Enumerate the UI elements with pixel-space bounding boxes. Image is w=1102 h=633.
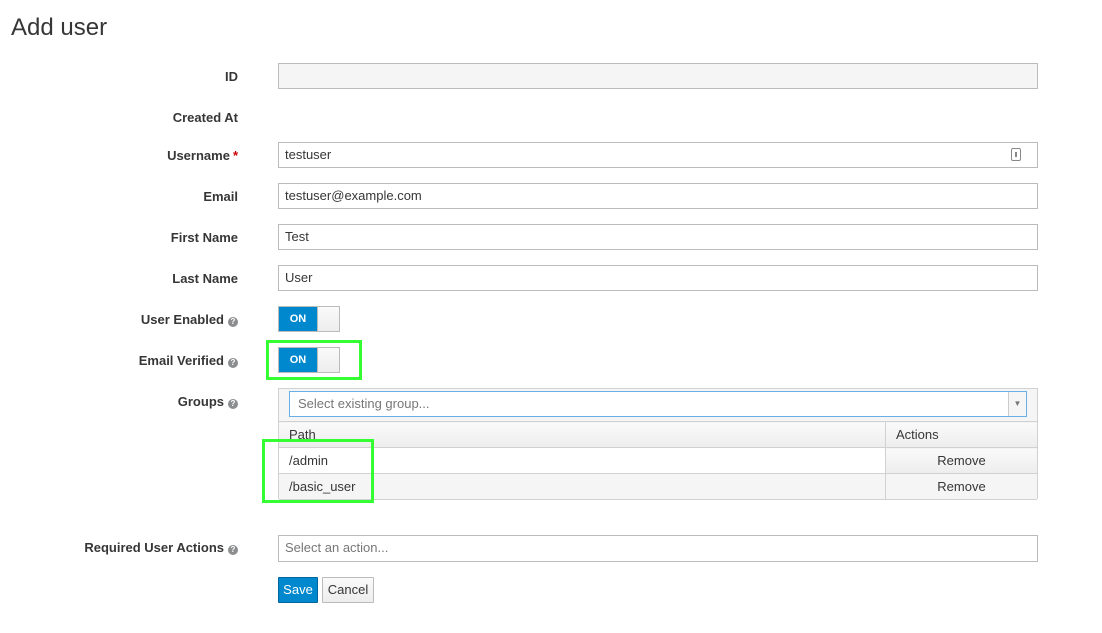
- remove-group-button[interactable]: Remove: [885, 473, 1037, 500]
- groups-label: Groups?: [178, 394, 238, 410]
- save-button[interactable]: Save: [278, 577, 318, 603]
- help-icon[interactable]: ?: [228, 358, 238, 368]
- last-name-label: Last Name: [172, 271, 238, 287]
- remove-group-button[interactable]: Remove: [885, 447, 1037, 474]
- user-enabled-label: User Enabled?: [141, 312, 238, 328]
- groups-label-text: Groups: [177, 394, 224, 409]
- group-select[interactable]: Select existing group... ▼: [289, 391, 1027, 417]
- toggle-on-label: ON: [279, 348, 317, 372]
- username-field[interactable]: testuser: [278, 142, 1038, 168]
- keyboard-icon[interactable]: [1011, 148, 1021, 161]
- toggle-knob: [317, 307, 339, 331]
- groups-panel: Select existing group... ▼ Path Actions …: [278, 388, 1038, 500]
- id-label: ID: [225, 69, 238, 85]
- help-icon[interactable]: ?: [228, 317, 238, 327]
- table-row: /basic_user Remove: [279, 473, 1037, 500]
- required-actions-label: Required User Actions?: [84, 540, 238, 556]
- id-field: [278, 63, 1038, 89]
- toggle-on-label: ON: [279, 307, 317, 331]
- first-name-label: First Name: [171, 230, 238, 246]
- page-title: Add user: [11, 14, 108, 41]
- id-label-text: ID: [225, 69, 238, 84]
- email-verified-label: Email Verified?: [139, 353, 238, 369]
- group-select-placeholder: Select existing group...: [298, 396, 430, 411]
- group-path-cell: /basic_user: [279, 473, 886, 500]
- required-actions-placeholder: Select an action...: [285, 540, 389, 555]
- created-at-label-text: Created At: [172, 110, 238, 125]
- email-label: Email: [203, 189, 238, 205]
- username-label: Username *: [167, 148, 238, 164]
- last-name-field[interactable]: User: [278, 265, 1038, 291]
- help-icon[interactable]: ?: [228, 399, 238, 409]
- required-actions-label-text: Required User Actions: [84, 540, 224, 555]
- first-name-field[interactable]: Test: [278, 224, 1038, 250]
- email-label-text: Email: [203, 189, 238, 204]
- required-actions-select[interactable]: Select an action...: [278, 535, 1038, 562]
- user-enabled-toggle[interactable]: ON: [278, 306, 340, 332]
- column-header-path: Path: [279, 421, 886, 448]
- first-name-label-text: First Name: [170, 230, 238, 245]
- groups-table: Path Actions /admin Remove /basic_user R…: [279, 421, 1037, 500]
- column-header-actions: Actions: [885, 421, 1037, 448]
- created-at-label: Created At: [173, 110, 238, 126]
- email-verified-label-text: Email Verified: [138, 353, 224, 368]
- toggle-knob: [317, 348, 339, 372]
- cancel-button[interactable]: Cancel: [322, 577, 374, 603]
- email-verified-toggle[interactable]: ON: [278, 347, 340, 373]
- table-header-row: Path Actions: [279, 421, 1037, 448]
- username-label-text: Username: [167, 148, 230, 163]
- table-row: /admin Remove: [279, 447, 1037, 474]
- username-value: testuser: [285, 147, 332, 162]
- email-field[interactable]: testuser@example.com: [278, 183, 1038, 209]
- group-path-cell: /admin: [279, 447, 886, 474]
- help-icon[interactable]: ?: [228, 545, 238, 555]
- user-enabled-label-text: User Enabled: [140, 312, 224, 327]
- required-marker: *: [232, 148, 238, 163]
- caret-down-icon[interactable]: ▼: [1008, 392, 1026, 416]
- last-name-label-text: Last Name: [172, 271, 238, 286]
